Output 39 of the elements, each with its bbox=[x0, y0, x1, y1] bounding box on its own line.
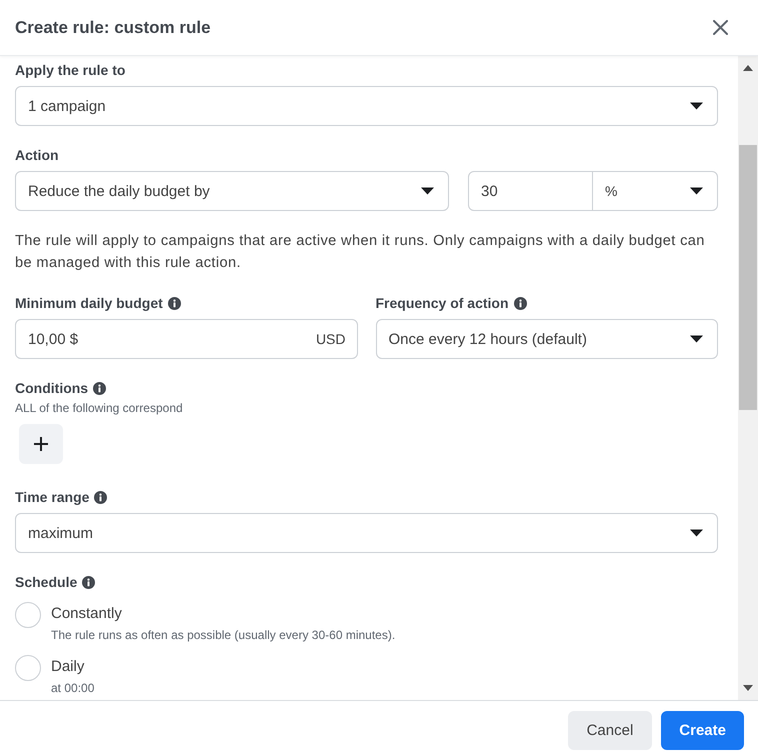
field-label: Conditions bbox=[15, 379, 88, 397]
scrollbar-thumb[interactable] bbox=[739, 145, 757, 410]
radio-button[interactable] bbox=[15, 602, 41, 628]
action-note: The rule will apply to campaigns that are active when it runs. Only campaigns with a daily budget can be managed with this rule action. bbox=[15, 232, 706, 273]
create-button[interactable]: Create bbox=[661, 711, 744, 750]
option-description: at 00:00 bbox=[51, 680, 94, 697]
scroll-up-icon[interactable] bbox=[743, 65, 753, 71]
caret-icon bbox=[690, 187, 703, 195]
field-label: Frequency of action bbox=[376, 294, 509, 312]
caret-icon bbox=[690, 335, 703, 343]
cancel-button[interactable]: Cancel bbox=[568, 711, 652, 750]
option-description: The rule runs as often as possible (usually every 30-60 minutes). bbox=[51, 627, 396, 644]
unit-select[interactable]: % bbox=[593, 171, 718, 211]
caret-icon bbox=[690, 529, 703, 537]
scrollbar-track[interactable] bbox=[738, 56, 758, 700]
field-label: Time range bbox=[15, 488, 90, 506]
option-label: Constantly bbox=[51, 604, 122, 624]
min-budget-field[interactable]: 10,00 $ USD bbox=[15, 319, 358, 359]
caret-icon bbox=[690, 102, 703, 110]
field-label: Schedule bbox=[15, 573, 78, 591]
plus-icon bbox=[34, 437, 48, 451]
frequency-select[interactable]: Once every 12 hours (default) bbox=[376, 319, 718, 359]
amount-input[interactable]: 30 bbox=[468, 171, 593, 211]
time-range-select[interactable]: maximum bbox=[15, 513, 718, 553]
dialog-title: Create rule: custom rule bbox=[15, 18, 211, 38]
currency-label: USD bbox=[316, 331, 346, 347]
conditions-subtitle: ALL of the following correspond bbox=[15, 400, 183, 416]
add-condition-button[interactable] bbox=[19, 424, 63, 464]
scroll-down-icon[interactable] bbox=[743, 685, 753, 691]
campaign-select[interactable]: 1 campaign bbox=[15, 86, 718, 126]
caret-icon bbox=[421, 187, 434, 195]
close-button[interactable] bbox=[713, 20, 728, 35]
field-label: Minimum daily budget bbox=[15, 294, 163, 312]
field-label: Apply the rule to bbox=[15, 61, 126, 79]
option-label: Daily bbox=[51, 657, 84, 677]
close-icon bbox=[713, 20, 728, 35]
radio-button[interactable] bbox=[15, 655, 41, 681]
field-label: Action bbox=[15, 146, 59, 164]
action-select[interactable]: Reduce the daily budget by bbox=[15, 171, 449, 211]
